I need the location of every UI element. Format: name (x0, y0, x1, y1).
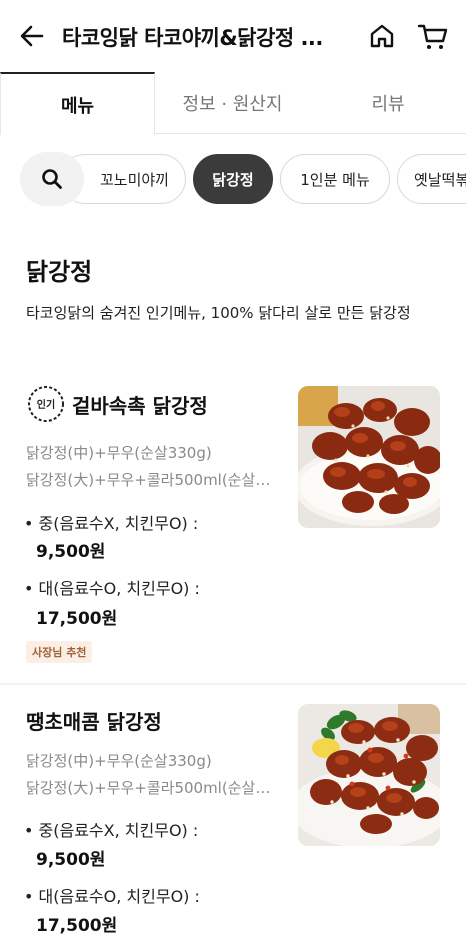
item-title: 땡초매콤 닭강정 (26, 706, 162, 735)
menu-search-button[interactable] (20, 152, 84, 206)
item-name: 겉바속촉 닭강정 (72, 393, 208, 418)
option-label: • 대(음료수O, 치킨무O) : (24, 887, 200, 906)
top-app-bar: 타코잉닭 타코야끼&닭강정 ... (0, 0, 466, 72)
back-arrow-icon (20, 25, 44, 47)
option-label: • 대(음료수O, 치킨무O) : (24, 579, 200, 598)
item-desc-line1: 닭강정(中)+무우(순살330g) (26, 752, 212, 770)
menu-item[interactable]: 땡초매콤 닭강정 닭강정(中)+무우(순살330g) 닭강정(大)+무우+콜라5… (0, 700, 466, 935)
section-title: 닭강정 (26, 258, 93, 286)
option-price: 9,500원 (36, 542, 106, 562)
item-name: 땡초매콤 닭강정 (26, 710, 162, 734)
cart-icon (417, 24, 448, 49)
chip-single-serving[interactable]: 1인분 메뉴 (280, 154, 390, 204)
tab-menu[interactable]: 메뉴 (0, 72, 155, 135)
section-description: 타코잉닭의 숨겨진 인기메뉴, 100% 닭다리 살로 만든 닭강정 (26, 304, 411, 322)
category-chip-bar: 꼬노미야끼 닭강정 1인분 메뉴 옛날떡볶이 (0, 150, 466, 210)
item-desc-line2: 닭강정(大)+무우+콜라500ml(순살660g) (26, 471, 276, 489)
back-button[interactable] (16, 20, 48, 52)
popular-badge-text: 인기 (37, 398, 55, 411)
popular-badge-icon: 인기 (28, 386, 64, 422)
item-photo-spicy-dakgangjeong (298, 704, 440, 846)
chip-old-tteokbokki[interactable]: 옛날떡볶이 (397, 154, 466, 204)
option-price: 9,500원 (36, 850, 106, 870)
item-divider (0, 683, 466, 685)
option-label: • 중(음료수X, 치킨무O) : (24, 514, 199, 533)
chip-dakgangjeong[interactable]: 닭강정 (193, 154, 273, 204)
menu-item[interactable]: 인기 겉바속촉 닭강정 닭강정(中)+무우(순살330g) 닭강정(大)+무우+… (0, 380, 466, 680)
owner-recommend-badge: 사장님 추천 (26, 641, 93, 663)
item-desc-line2: 닭강정(大)+무우+콜라500ml(순살660g) (26, 779, 276, 797)
search-icon (42, 169, 62, 189)
option-label: • 중(음료수X, 치킨무O) : (24, 821, 199, 840)
tab-reviews[interactable]: 리뷰 (310, 72, 466, 134)
option-price: 17,500원 (36, 609, 118, 629)
page-title: 타코잉닭 타코야끼&닭강정 ... (62, 26, 323, 50)
option-price: 17,500원 (36, 916, 118, 935)
item-photo-dakgangjeong (298, 386, 440, 528)
home-icon (370, 24, 394, 48)
tab-info-origin[interactable]: 정보 · 원산지 (155, 72, 310, 134)
item-title: 인기 겉바속촉 닭강정 (26, 384, 208, 424)
home-button[interactable] (366, 20, 398, 52)
cart-button[interactable] (416, 20, 450, 52)
item-desc-line1: 닭강정(中)+무우(순살330g) (26, 444, 212, 462)
tab-bar: 메뉴 정보 · 원산지 리뷰 (0, 72, 466, 135)
